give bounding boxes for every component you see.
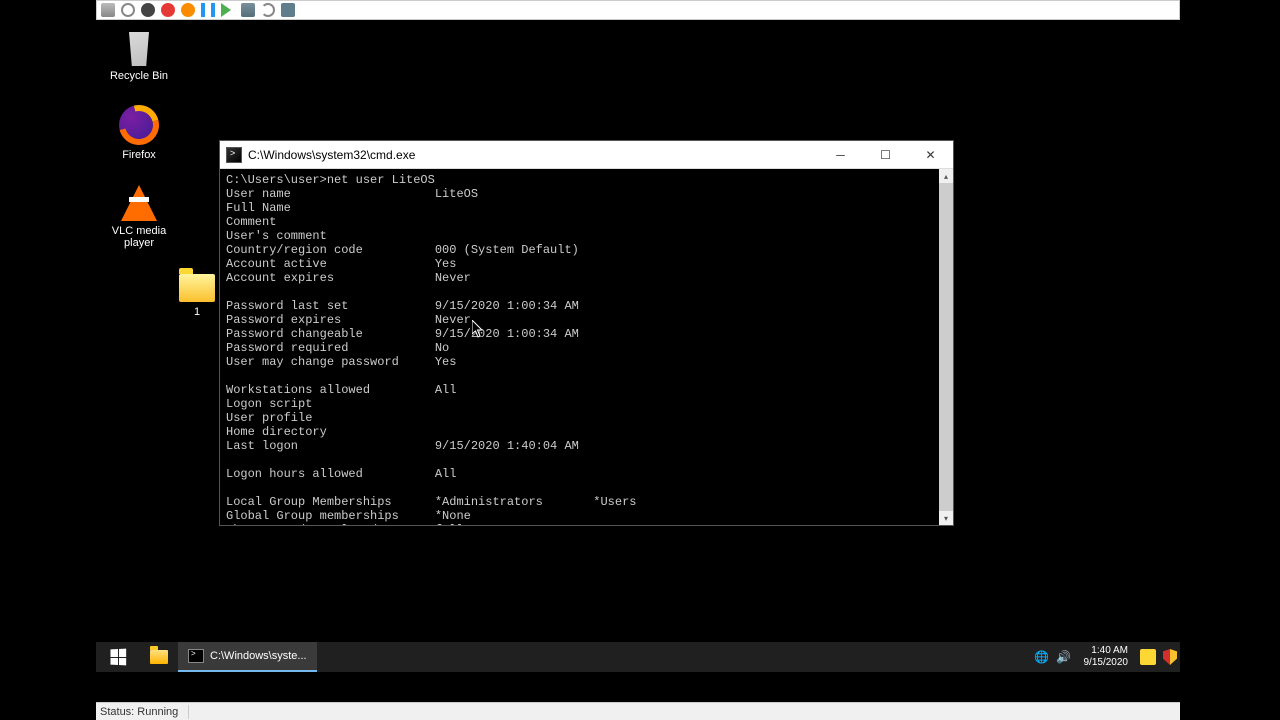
vm-status-text: Status: Running: [100, 706, 178, 718]
minimize-button[interactable]: ─: [818, 141, 863, 169]
recycle-bin-icon: [119, 26, 159, 66]
clock-time: 1:40 AM: [1084, 645, 1129, 657]
scroll-track[interactable]: [939, 183, 953, 511]
play-icon[interactable]: [221, 3, 235, 17]
taskbar-item-label: C:\Windows\syste...: [210, 650, 307, 662]
desktop-icon-label: Recycle Bin: [110, 70, 168, 82]
start-button[interactable]: [96, 642, 140, 672]
terminal-output[interactable]: C:\Users\user>net user LiteOS User name …: [220, 169, 939, 525]
taskbar: C:\Windows\syste... 🌐 🔊 1:40 AM 9/15/202…: [96, 642, 1180, 672]
system-tray: 🌐 🔊 1:40 AM 9/15/2020: [1034, 642, 1181, 672]
folder-icon: [179, 274, 215, 302]
scroll-down-button[interactable]: ▾: [939, 511, 953, 525]
desktop-icon-label: 1: [194, 306, 200, 318]
taskbar-item-explorer[interactable]: [140, 642, 178, 672]
clock-date: 9/15/2020: [1084, 657, 1129, 669]
network-icon[interactable]: 🌐: [1034, 649, 1050, 665]
status-separator: [188, 705, 189, 719]
scrollbar[interactable]: ▴ ▾: [939, 169, 953, 525]
volume-icon[interactable]: 🔊: [1056, 649, 1072, 665]
maximize-button[interactable]: ☐: [863, 141, 908, 169]
vm-status-bar: Status: Running: [96, 702, 1180, 720]
cmd-app-icon: [226, 147, 242, 163]
desktop-icon-label: Firefox: [122, 149, 156, 161]
save-icon[interactable]: [241, 3, 255, 17]
desktop-icon-firefox[interactable]: Firefox: [104, 105, 174, 161]
scroll-thumb[interactable]: [939, 183, 953, 511]
firefox-icon: [119, 105, 159, 145]
security-icon[interactable]: [1162, 649, 1178, 665]
power-icon[interactable]: [181, 3, 195, 17]
close-button[interactable]: ✕: [908, 141, 953, 169]
snapshot-icon[interactable]: [101, 3, 115, 17]
cmd-icon: [188, 649, 204, 663]
windows-logo-icon: [110, 649, 126, 666]
file-explorer-icon: [150, 650, 168, 664]
cmd-titlebar[interactable]: C:\Windows\system32\cmd.exe ─ ☐ ✕: [220, 141, 953, 169]
desktop-icon-vlc[interactable]: VLC media player: [104, 185, 174, 249]
desktop-icon-label: VLC media player: [112, 225, 166, 249]
pause-icon[interactable]: [201, 3, 215, 17]
window-title: C:\Windows\system32\cmd.exe: [248, 148, 818, 162]
taskbar-item-cmd[interactable]: C:\Windows\syste...: [178, 642, 317, 672]
cmd-window: C:\Windows\system32\cmd.exe ─ ☐ ✕ C:\Use…: [219, 140, 954, 526]
desktop-icon-recycle-bin[interactable]: Recycle Bin: [104, 26, 174, 82]
vm-toolbar: [96, 0, 1180, 20]
clock[interactable]: 1:40 AM 9/15/2020: [1078, 645, 1135, 669]
action-center-icon[interactable]: [1140, 649, 1156, 665]
fullscreen-icon[interactable]: [281, 3, 295, 17]
record-off-icon[interactable]: [141, 3, 155, 17]
revert-icon[interactable]: [261, 3, 275, 17]
record-icon[interactable]: [161, 3, 175, 17]
taskbar-left: C:\Windows\syste...: [96, 642, 317, 672]
scroll-up-button[interactable]: ▴: [939, 169, 953, 183]
vlc-icon: [121, 185, 157, 221]
desktop[interactable]: Recycle Bin Firefox VLC media player 1 C…: [96, 20, 1180, 672]
cmd-body: C:\Users\user>net user LiteOS User name …: [220, 169, 953, 525]
disc-icon[interactable]: [121, 3, 135, 17]
